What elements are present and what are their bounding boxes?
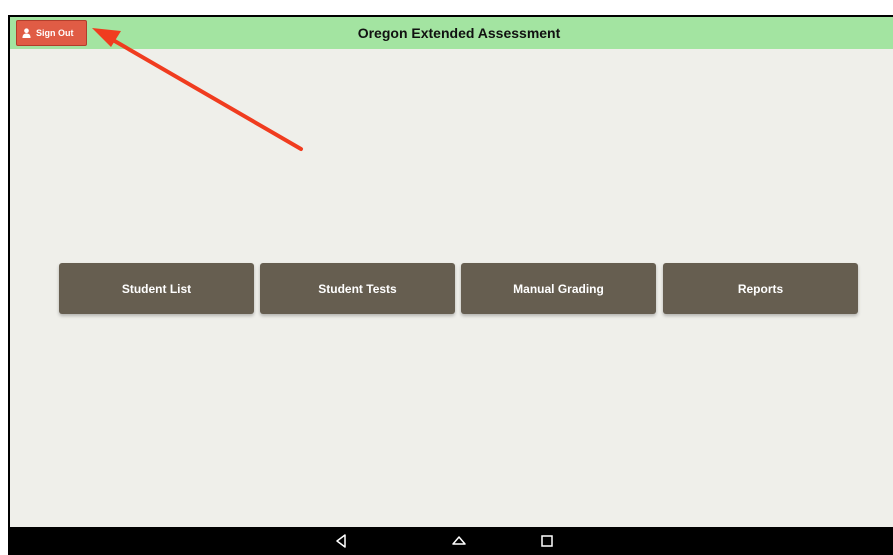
manual-grading-button[interactable]: Manual Grading xyxy=(461,263,656,314)
student-tests-button[interactable]: Student Tests xyxy=(260,263,455,314)
android-nav-bar xyxy=(10,527,893,555)
sign-out-button[interactable]: Sign Out xyxy=(16,20,87,46)
student-list-button[interactable]: Student List xyxy=(59,263,254,314)
page-title: Oregon Extended Assessment xyxy=(357,25,561,41)
sign-out-label: Sign Out xyxy=(36,28,74,38)
main-menu: Student List Student Tests Manual Gradin… xyxy=(59,263,859,315)
app-screen: Oregon Extended Assessment Sign Out Stud… xyxy=(10,17,893,527)
reports-button[interactable]: Reports xyxy=(663,263,858,314)
device-frame: Oregon Extended Assessment Sign Out Stud… xyxy=(8,15,893,555)
header-bar: Oregon Extended Assessment Sign Out xyxy=(10,17,893,49)
recents-icon[interactable] xyxy=(537,531,557,551)
reports-label: Reports xyxy=(737,281,784,296)
back-icon[interactable] xyxy=(331,531,351,551)
user-icon xyxy=(22,28,31,38)
manual-grading-label: Manual Grading xyxy=(513,281,604,296)
student-list-label: Student List xyxy=(121,281,192,296)
student-tests-label: Student Tests xyxy=(318,281,397,296)
home-icon[interactable] xyxy=(449,531,469,551)
